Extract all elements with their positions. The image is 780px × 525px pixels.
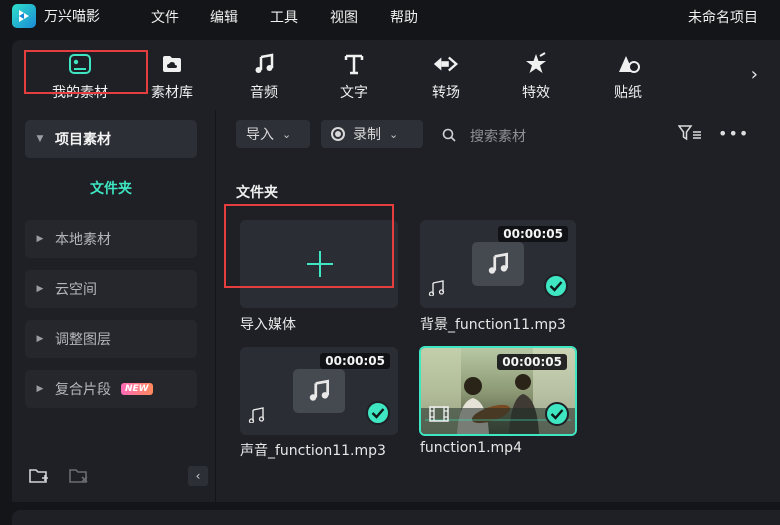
delete-folder-icon[interactable]	[68, 466, 90, 490]
sticker-icon	[614, 50, 642, 78]
duration-badge: 00:00:05	[497, 354, 567, 370]
toolbar-more-button[interactable]: ›	[751, 64, 758, 85]
search-input[interactable]: 搜索素材	[470, 126, 526, 146]
media-card-audio-sound[interactable]: 00:00:05	[240, 347, 398, 435]
record-dropdown[interactable]: 录制 ⌄	[321, 120, 423, 148]
tab-audio[interactable]: 音频	[224, 50, 304, 102]
collapse-sidebar-button[interactable]: ‹	[188, 466, 208, 486]
tab-text-label: 文字	[340, 85, 368, 101]
sidebar-item-folder[interactable]: 文件夹	[25, 178, 197, 198]
duration-badge: 00:00:05	[498, 226, 568, 242]
sidebar-item-compound-clip[interactable]: ▶ 复合片段 NEW	[25, 370, 197, 408]
new-folder-icon[interactable]	[28, 466, 50, 490]
chevron-down-icon: ⌄	[282, 127, 292, 141]
panel-divider[interactable]	[764, 110, 780, 502]
app-logo-icon	[12, 4, 36, 28]
audio-thumbnail	[293, 369, 345, 413]
menu-view[interactable]: 视图	[330, 7, 358, 27]
record-icon	[331, 127, 345, 141]
media-panel: 导入 ⌄ 录制 ⌄ 搜索素材 ••• 文件夹 导入媒体 00:00:05 背景_…	[216, 110, 764, 502]
timeline-area	[12, 510, 780, 525]
chevron-down-icon: ⌄	[389, 127, 399, 141]
menu-file[interactable]: 文件	[151, 7, 179, 27]
record-dropdown-label: 录制	[353, 127, 381, 143]
text-t-icon	[340, 50, 368, 78]
tab-effects[interactable]: 特效	[496, 50, 576, 102]
tab-audio-label: 音频	[250, 85, 278, 101]
audio-type-icon	[428, 280, 446, 300]
media-card-audio-bg[interactable]: 00:00:05	[420, 220, 576, 308]
tab-stickers-label: 贴纸	[614, 85, 642, 101]
sidebar-item-project-media[interactable]: ▼ 项目素材	[25, 120, 197, 158]
effects-star-icon	[522, 50, 550, 78]
tab-stickers[interactable]: 贴纸	[588, 50, 668, 102]
filter-sort-icon[interactable]	[677, 124, 702, 146]
media-caption: function1.mp4	[420, 440, 522, 456]
added-checkmark-icon	[366, 401, 390, 425]
app-name: 万兴喵影	[44, 9, 100, 25]
import-card-highlight	[224, 204, 394, 288]
menu-edit[interactable]: 编辑	[210, 7, 238, 27]
sidebar-item-label: 云空间	[55, 282, 97, 298]
sidebar-item-cloud[interactable]: ▶ 云空间	[25, 270, 197, 308]
media-caption: 声音_function11.mp3	[240, 443, 386, 459]
expanded-caret-icon: ▼	[36, 134, 44, 144]
sidebar-item-label: 本地素材	[55, 232, 111, 248]
tab-text[interactable]: 文字	[314, 50, 394, 102]
media-caption: 导入媒体	[240, 317, 296, 333]
duration-badge: 00:00:05	[320, 353, 390, 369]
import-dropdown[interactable]: 导入 ⌄	[236, 120, 310, 148]
sidebar-item-label: 调整图层	[55, 332, 111, 348]
tab-transition-label: 转场	[432, 85, 460, 101]
tab-effects-label: 特效	[522, 85, 550, 101]
tab-transition[interactable]: 转场	[406, 50, 486, 102]
tab-stock-label: 素材库	[151, 85, 193, 101]
sidebar: ▼ 项目素材 文件夹 ▶ 本地素材 ▶ 云空间 ▶ 调整图层 ▶ 复合片段 NE…	[12, 110, 215, 502]
media-caption: 背景_function11.mp3	[420, 317, 566, 333]
project-title: 未命名项目	[688, 10, 758, 26]
sidebar-item-label: 复合片段	[55, 382, 111, 398]
added-checkmark-icon	[544, 274, 568, 298]
sidebar-item-label: 项目素材	[55, 132, 111, 148]
sidebar-item-local-media[interactable]: ▶ 本地素材	[25, 220, 197, 258]
collapsed-caret-icon: ▶	[36, 384, 44, 394]
collapsed-caret-icon: ▶	[36, 284, 44, 294]
stock-cloud-icon	[158, 50, 186, 78]
import-dropdown-label: 导入	[246, 127, 274, 143]
audio-type-icon	[248, 407, 266, 427]
menu-tools[interactable]: 工具	[270, 7, 298, 27]
section-title: 文件夹	[236, 185, 278, 201]
video-type-icon	[429, 406, 449, 426]
search-icon	[442, 127, 456, 146]
collapsed-caret-icon: ▶	[36, 234, 44, 244]
menu-help[interactable]: 帮助	[390, 7, 418, 27]
audio-thumbnail	[472, 242, 524, 286]
active-tab-highlight	[24, 50, 148, 94]
added-checkmark-icon	[545, 402, 569, 426]
music-note-icon	[250, 50, 278, 78]
collapsed-caret-icon: ▶	[36, 334, 44, 344]
media-card-video[interactable]: 00:00:05	[419, 346, 577, 436]
new-badge: NEW	[121, 383, 153, 395]
transition-icon	[432, 50, 460, 78]
more-options-icon[interactable]: •••	[718, 124, 749, 143]
sidebar-item-adjustment-layer[interactable]: ▶ 调整图层	[25, 320, 197, 358]
menu-bar: 万兴喵影 文件 编辑 工具 视图 帮助 未命名项目	[0, 0, 780, 32]
app-window: 万兴喵影 文件 编辑 工具 视图 帮助 未命名项目 我的素材 素材库 音频 文字…	[0, 0, 780, 525]
